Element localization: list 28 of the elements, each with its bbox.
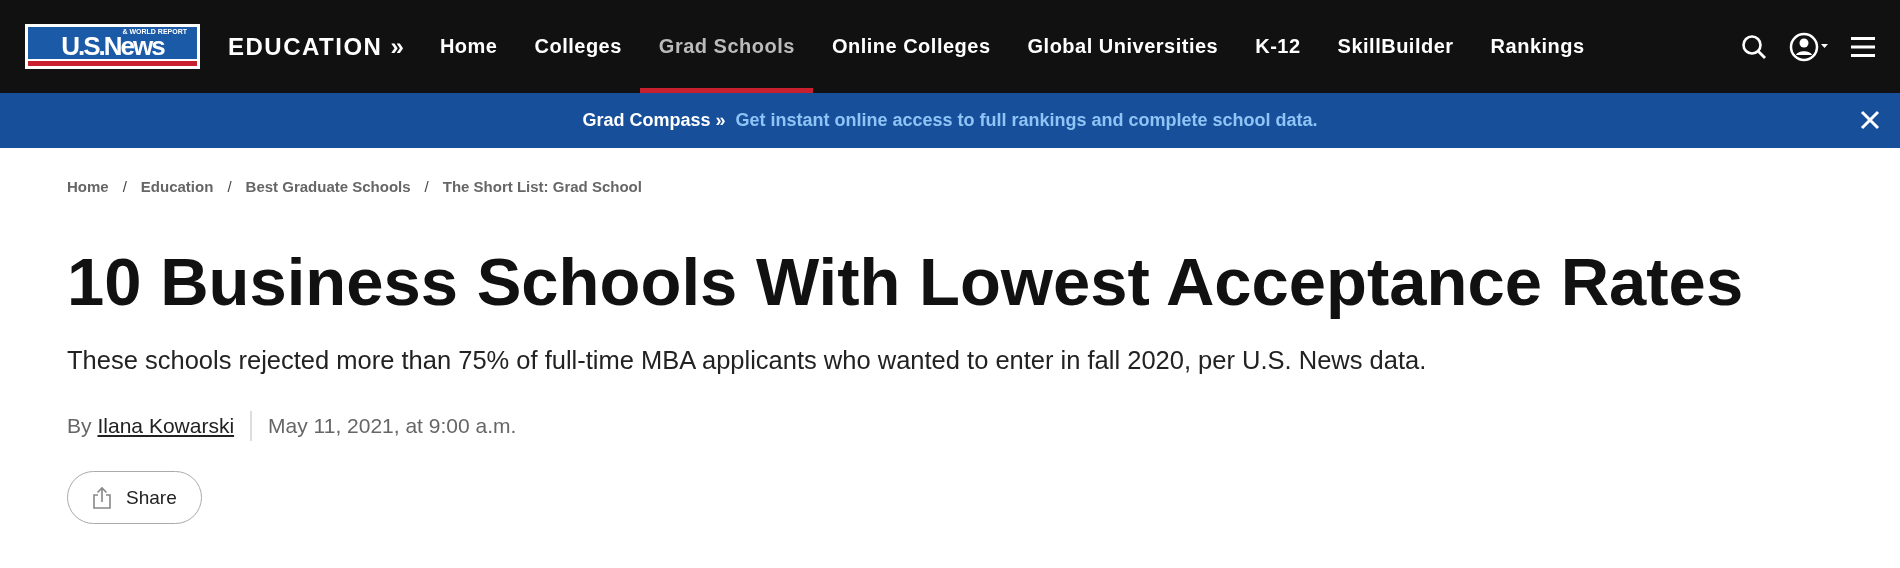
- breadcrumb-separator: /: [227, 178, 232, 195]
- nav-link[interactable]: Home: [421, 0, 516, 93]
- nav-link[interactable]: SkillBuilder: [1319, 0, 1473, 93]
- menu-icon[interactable]: [1851, 35, 1875, 58]
- breadcrumb-link[interactable]: Home: [67, 178, 109, 195]
- breadcrumb-link[interactable]: The Short List: Grad School: [442, 178, 642, 195]
- promo-title: Grad Compass »: [582, 110, 726, 131]
- breadcrumb-link[interactable]: Best Graduate Schools: [245, 178, 411, 195]
- breadcrumb-separator: /: [122, 178, 127, 195]
- nav-link[interactable]: K-12: [1236, 0, 1320, 93]
- share-button[interactable]: Share: [67, 471, 202, 524]
- section-title[interactable]: EDUCATION »: [228, 32, 406, 61]
- article-subtitle: These schools rejected more than 75% of full-time MBA applicants who wanted to enter in fall 2020, per U.S. News data.: [67, 346, 1428, 375]
- article-title: 10 Business Schools With Lowest Acceptance Rates: [67, 243, 1745, 320]
- nav-link[interactable]: Rankings: [1472, 0, 1604, 93]
- nav-link[interactable]: Global Universities: [1009, 0, 1237, 93]
- author-link[interactable]: Ilana Kowarski: [97, 414, 235, 438]
- share-icon: [92, 485, 112, 510]
- account-icon[interactable]: [1789, 31, 1829, 62]
- byline-prefix: By: [67, 414, 92, 438]
- close-icon[interactable]: [1860, 110, 1880, 130]
- breadcrumb-link[interactable]: Education: [140, 178, 214, 195]
- nav-link[interactable]: Online Colleges: [813, 0, 1010, 93]
- nav-link[interactable]: Colleges: [516, 0, 641, 93]
- breadcrumb-separator: /: [424, 178, 429, 195]
- promo-link[interactable]: Get instant online access to full rankings and complete school data.: [735, 110, 1318, 131]
- publish-date: May 11, 2021, at 9:00 a.m.: [268, 414, 517, 438]
- search-icon[interactable]: [1741, 33, 1767, 60]
